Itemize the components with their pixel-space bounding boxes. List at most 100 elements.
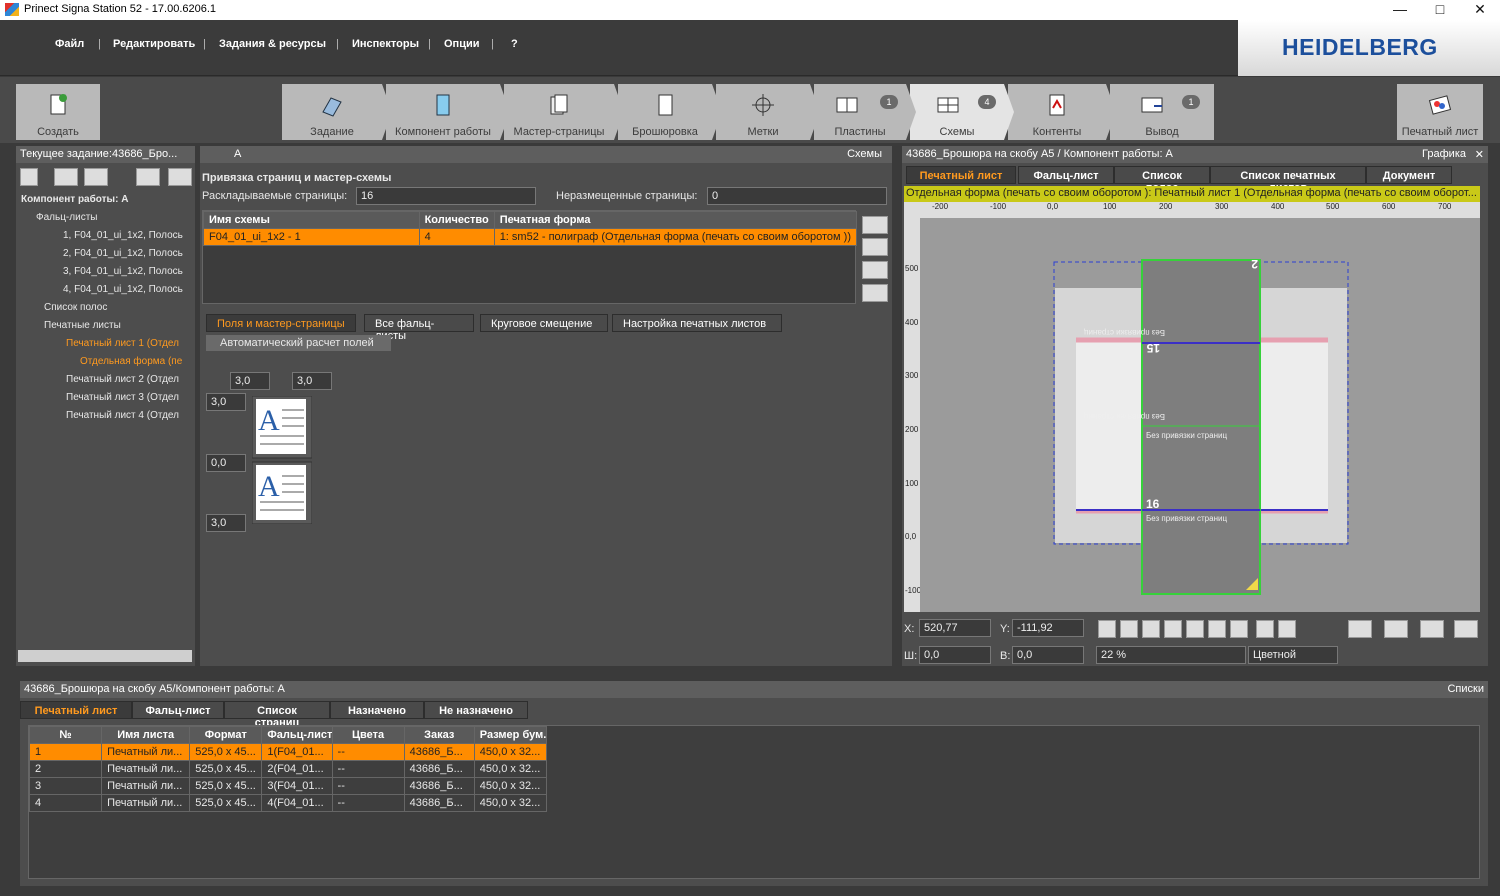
tree-item[interactable]: 1, F04_01_ui_1x2, Полось <box>63 230 183 241</box>
step-binding[interactable]: Брошюровка <box>618 84 722 140</box>
grid-icon[interactable] <box>1420 620 1444 638</box>
add-scheme-icon[interactable] <box>862 216 888 234</box>
tab-sheet-list[interactable]: Список печатных листов <box>1210 166 1366 194</box>
delete-icon[interactable] <box>862 284 888 302</box>
tab-margins[interactable]: Поля и мастер-страницы <box>206 314 356 332</box>
copy-tool-icon[interactable] <box>1208 620 1226 638</box>
tab-page-list[interactable]: Список полос <box>1114 166 1210 194</box>
tree-item[interactable]: Компонент работы: A <box>21 194 128 205</box>
tree-item-selected[interactable]: Печатный лист 1 (Отдел <box>66 338 179 349</box>
tree-item[interactable]: Печатные листы <box>44 320 121 331</box>
margin-field[interactable]: 3,0 <box>292 372 332 390</box>
y-field[interactable]: -111,92 <box>1012 619 1084 637</box>
pen-tool-icon[interactable] <box>1256 620 1274 638</box>
col-paper-size[interactable]: Размер бум... <box>473 726 548 744</box>
table-row[interactable]: 4 Печатный ли... 525,0 x 45... 4(F04_01... -… <box>28 794 548 812</box>
pages-field[interactable]: 16 <box>356 187 536 205</box>
col-scheme-name[interactable]: Имя схемы <box>203 211 420 229</box>
step-contents[interactable]: Контенты <box>1008 84 1116 140</box>
col-folding-sheet[interactable]: Фальц-лист <box>261 726 333 744</box>
auto-margins-button[interactable]: Автоматический расчет полей <box>206 335 391 351</box>
tab-rotation[interactable]: Круговое смещение <box>480 314 608 332</box>
col-number[interactable]: № <box>28 726 103 744</box>
col-sheet-name[interactable]: Имя листа <box>101 726 191 744</box>
menu-jobs[interactable]: Задания & ресурсы <box>219 38 326 50</box>
print-icon[interactable] <box>54 168 78 186</box>
minimize-icon[interactable]: — <box>1380 0 1420 20</box>
unplaced-field[interactable]: 0 <box>707 187 887 205</box>
margin-field[interactable]: 0,0 <box>206 454 246 472</box>
margin-field[interactable]: 3,0 <box>206 514 246 532</box>
measure-tool-icon[interactable] <box>1278 620 1296 638</box>
tab-document[interactable]: Документ <box>1366 166 1452 184</box>
forward-icon[interactable] <box>136 168 160 186</box>
settings-icon[interactable] <box>1384 620 1408 638</box>
panel-close-icon[interactable]: ✕ <box>1475 148 1484 161</box>
form-layout[interactable] <box>1141 259 1261 595</box>
tab-page-list[interactable]: Список страниц <box>224 701 330 729</box>
col-count[interactable]: Количество <box>418 211 495 229</box>
maximize-icon[interactable]: □ <box>1420 0 1460 20</box>
save-icon[interactable] <box>20 168 38 186</box>
tab-print-sheet[interactable]: Печатный лист <box>906 166 1016 184</box>
w-field[interactable]: 0,0 <box>919 646 991 664</box>
tree-item[interactable]: Печатный лист 3 (Отдел <box>66 392 179 403</box>
table-row[interactable]: 3 Печатный ли... 525,0 x 45... 3(F04_01... -… <box>28 777 548 795</box>
fit-tool-icon[interactable] <box>1230 620 1248 638</box>
tab-unassigned[interactable]: Не назначено <box>424 701 528 719</box>
col-format[interactable]: Формат <box>189 726 263 744</box>
step-component[interactable]: Компонент работы <box>386 84 510 140</box>
sheet-button[interactable]: Печатный лист <box>1397 84 1483 140</box>
select-tool-icon[interactable] <box>1120 620 1138 638</box>
tab-assigned[interactable]: Назначено <box>330 701 424 719</box>
step-schemes[interactable]: 4 Схемы <box>910 84 1014 140</box>
x-field[interactable]: 520,77 <box>919 619 991 637</box>
crop-tool-icon[interactable] <box>1186 620 1204 638</box>
view-mode-icon[interactable] <box>1348 620 1372 638</box>
tree-item[interactable]: 3, F04_01_ui_1x2, Полось <box>63 266 183 277</box>
zoom-select[interactable]: 22 % <box>1096 646 1246 664</box>
close-icon[interactable]: ✕ <box>1460 0 1500 20</box>
tree-item[interactable]: Печатный лист 4 (Отдел <box>66 410 179 421</box>
step-master-pages[interactable]: Мастер-страницы <box>504 84 624 140</box>
tab-sheet-setup[interactable]: Настройка печатных листов <box>612 314 782 332</box>
replace-scheme-icon[interactable] <box>862 238 888 256</box>
menu-inspectors[interactable]: Инспекторы <box>352 38 419 50</box>
sheet-canvas[interactable]: Без привязки страниц Без привязки страни… <box>920 218 1480 612</box>
margin-field[interactable]: 3,0 <box>206 393 246 411</box>
export-icon[interactable] <box>1454 620 1478 638</box>
tab-folding-list[interactable]: Фальц-лист <box>132 701 224 719</box>
create-button[interactable]: Создать <box>16 84 100 140</box>
pointer-tool-icon[interactable] <box>1098 620 1116 638</box>
tree-item[interactable]: 2, F04_01_ui_1x2, Полось <box>63 248 183 259</box>
hand-tool-icon[interactable] <box>1164 620 1182 638</box>
h-field[interactable]: 0,0 <box>1012 646 1084 664</box>
col-colors[interactable]: Цвета <box>331 726 405 744</box>
step-marks[interactable]: Метки <box>716 84 820 140</box>
menu-edit[interactable]: Редактировать <box>113 38 195 50</box>
table-row[interactable]: 2 Печатный ли... 525,0 x 45... 2(F04_01... -… <box>28 760 548 778</box>
menu-options[interactable]: Опции <box>444 38 480 50</box>
col-form[interactable]: Печатная форма <box>493 211 858 229</box>
step-plates[interactable]: 1 Пластины <box>814 84 916 140</box>
collapse-icon[interactable] <box>168 168 192 186</box>
tab-print-sheet-list[interactable]: Печатный лист <box>20 701 132 719</box>
tree-item[interactable]: Печатный лист 2 (Отдел <box>66 374 179 385</box>
tree-item[interactable]: Фальц-листы <box>36 212 97 223</box>
col-order[interactable]: Заказ <box>403 726 475 744</box>
step-output[interactable]: 1 Вывод <box>1110 84 1214 140</box>
menu-file[interactable]: Файл <box>55 38 84 50</box>
tab-folding-sheet[interactable]: Фальц-лист <box>1018 166 1114 184</box>
dropdown-icon[interactable] <box>84 168 108 186</box>
tree-scrollbar[interactable] <box>18 650 192 662</box>
tree-item[interactable]: 4, F04_01_ui_1x2, Полось <box>63 284 183 295</box>
margin-field[interactable]: 3,0 <box>230 372 270 390</box>
table-row[interactable]: F04_01_ui_1x2 - 1 4 1: sm52 - полиграф (От… <box>203 228 858 246</box>
tree-item-selected[interactable]: Отдельная форма (пе <box>80 356 182 367</box>
edit-scheme-icon[interactable] <box>862 261 888 279</box>
zoom-tool-icon[interactable] <box>1142 620 1160 638</box>
step-job[interactable]: Задание <box>282 84 392 140</box>
menu-help[interactable]: ? <box>511 38 518 50</box>
tab-all-folding[interactable]: Все фальц-листы <box>364 314 474 342</box>
table-row[interactable]: 1 Печатный ли... 525,0 x 45... 1(F04_01... -… <box>28 743 548 761</box>
